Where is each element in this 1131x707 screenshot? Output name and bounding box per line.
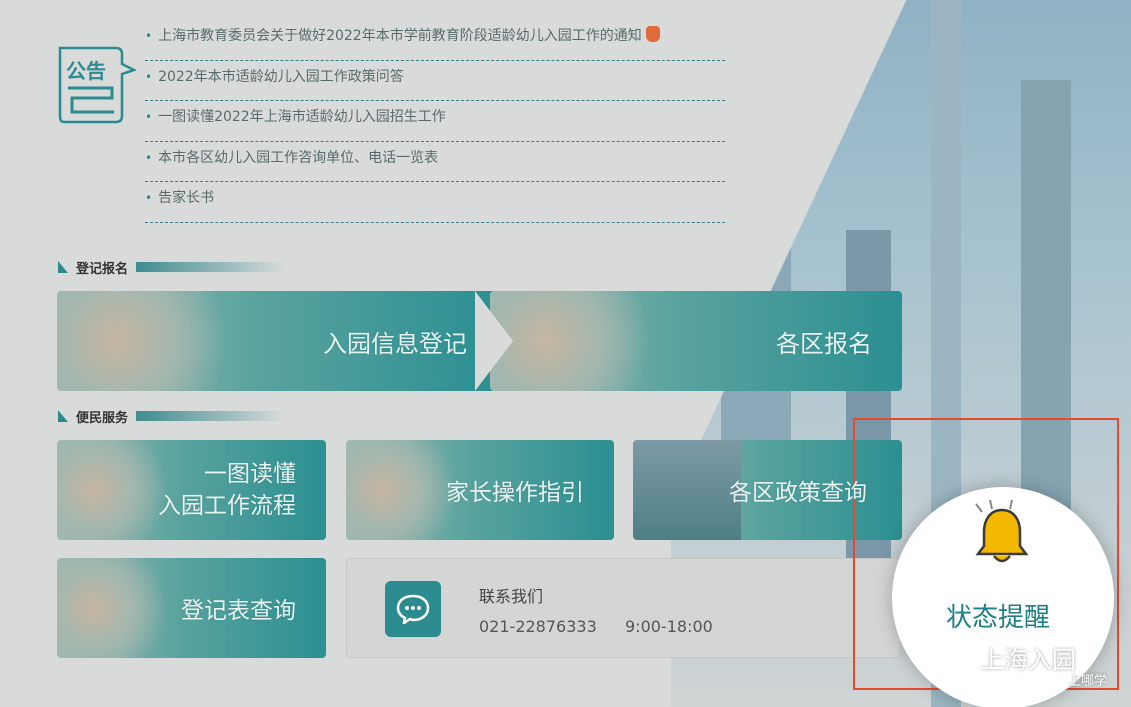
arrow-divider bbox=[475, 291, 513, 391]
skyline-photo bbox=[633, 440, 741, 540]
notice-list: • 上海市教育委员会关于做好2022年本市学前教育阶段适龄幼儿入园工作的通知 • 2… bbox=[145, 20, 725, 223]
contact-title: 联系我们 bbox=[479, 587, 544, 606]
tile-process-guide[interactable]: 一图读懂 入园工作流程 bbox=[57, 440, 326, 540]
contact-phone: 021-22876333 bbox=[479, 617, 597, 636]
child-photo bbox=[57, 558, 179, 658]
section-bar bbox=[136, 411, 287, 421]
notice-icon: 公告 bbox=[56, 44, 138, 124]
tile-parent-guide[interactable]: 家长操作指引 bbox=[346, 440, 614, 540]
notice-icon-label: 公告 bbox=[66, 59, 106, 83]
pointer-hand-icon bbox=[645, 26, 660, 42]
chat-icon[interactable] bbox=[385, 581, 441, 637]
watermark-sub: 上哪学 bbox=[1068, 674, 1108, 689]
bullet-icon: • bbox=[145, 150, 153, 165]
contact-hours: 9:00-18:00 bbox=[625, 617, 713, 636]
tile-form-query[interactable]: 登记表查询 bbox=[57, 558, 326, 658]
bell-icon bbox=[970, 499, 1034, 570]
notice-item[interactable]: • 2022年本市适龄幼儿入园工作政策问答 bbox=[145, 61, 725, 101]
section-label-services: 便民服务 bbox=[58, 407, 287, 426]
notice-item[interactable]: • 告家长书 bbox=[145, 182, 725, 223]
notice-item[interactable]: • 上海市教育委员会关于做好2022年本市学前教育阶段适龄幼儿入园工作的通知 bbox=[145, 20, 725, 61]
tile-district-signup[interactable]: 各区报名 bbox=[490, 291, 902, 391]
tile-enrollment-info[interactable]: 入园信息登记 bbox=[57, 291, 497, 391]
section-label-registration: 登记报名 bbox=[58, 258, 287, 277]
bullet-icon: • bbox=[145, 110, 153, 124]
section-mark-icon bbox=[58, 410, 68, 422]
notice-item[interactable]: • 本市各区幼儿入园工作咨询单位、电话一览表 bbox=[145, 142, 725, 182]
watermark: 上海入园 bbox=[930, 640, 1076, 675]
status-reminder-label: 状态提醒 bbox=[946, 603, 1051, 633]
bullet-icon: • bbox=[145, 191, 153, 205]
bullet-icon: • bbox=[145, 69, 153, 84]
notice-item[interactable]: • 一图读懂2022年上海市适龄幼儿入园招生工作 bbox=[145, 101, 725, 142]
contact-card: 联系我们 021-22876333 9:00-18:00 bbox=[346, 558, 901, 658]
children-photo bbox=[57, 291, 255, 391]
section-mark-icon bbox=[58, 261, 68, 273]
bullet-icon: • bbox=[145, 29, 153, 43]
section-bar bbox=[136, 262, 287, 272]
children-photo bbox=[490, 291, 676, 391]
wechat-icon bbox=[930, 643, 974, 672]
